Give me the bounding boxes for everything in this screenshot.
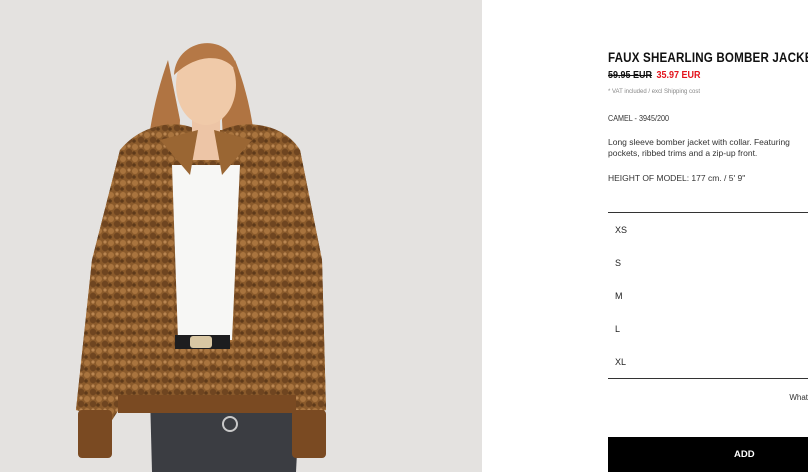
description-line: Long sleeve bomber jacket with collar. F… — [608, 137, 790, 147]
model-height: HEIGHT OF MODEL: 177 cm. / 5' 9" — [608, 173, 746, 183]
price-row: 59.95 EUR 35.97 EUR — [608, 70, 701, 81]
product-info-panel: FAUX SHEARLING BOMBER JACKET 59.95 EUR 35… — [608, 0, 808, 472]
size-option-xs[interactable]: XS — [608, 213, 808, 246]
add-to-cart-button[interactable]: ADD — [608, 437, 808, 472]
model-wearing-jacket-image — [0, 0, 482, 472]
size-option-m[interactable]: M — [608, 279, 808, 312]
add-button-label: ADD — [734, 449, 755, 460]
product-title: FAUX SHEARLING BOMBER JACKET — [608, 50, 808, 65]
size-option-s[interactable]: S — [608, 246, 808, 279]
color-reference: CAMEL - 3945/200 — [608, 114, 669, 123]
size-option-xl[interactable]: XL — [608, 345, 808, 378]
sale-price: 35.97 EUR — [656, 70, 701, 81]
size-guide-link[interactable]: What — [789, 393, 808, 402]
size-option-l[interactable]: L — [608, 312, 808, 345]
product-photo[interactable] — [0, 0, 482, 472]
product-description: Long sleeve bomber jacket with collar. F… — [608, 137, 790, 159]
vat-note: * VAT included / excl Shipping cost — [608, 89, 701, 95]
description-line: pockets, ribbed trims and a zip-up front… — [608, 148, 758, 158]
size-selector: XS S M L XL — [608, 212, 808, 379]
original-price: 59.95 EUR — [608, 70, 653, 81]
